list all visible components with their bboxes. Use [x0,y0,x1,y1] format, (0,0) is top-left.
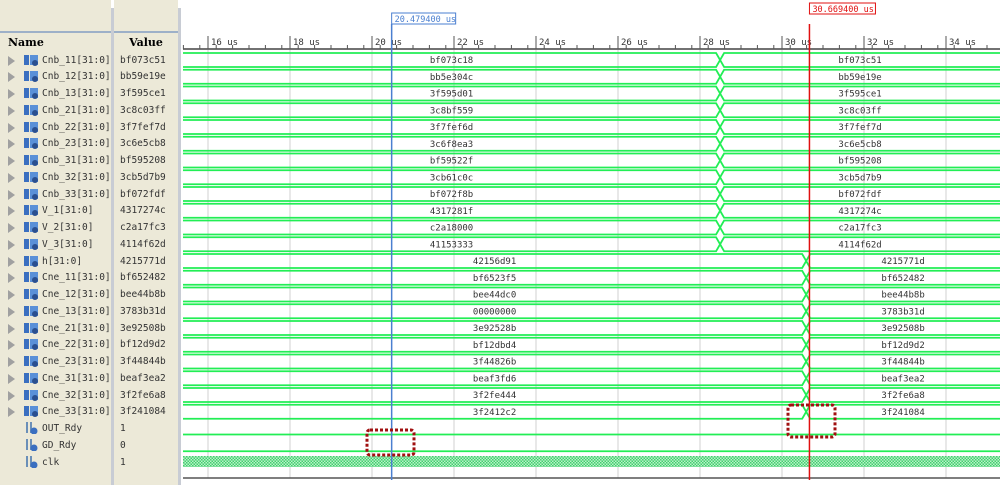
bus-value-label: 3c6e5cb8 [838,140,881,150]
bus-waveform [183,336,1000,353]
bus-value-label: 3cb5d7b9 [838,173,881,183]
bus-value-label: 4317274c [838,207,881,217]
bus-value-label: bf12d9d2 [881,341,924,351]
bus-waveform [183,353,1000,370]
cursor-time-label: 20.479400 us [395,15,456,25]
bus-waveform [183,269,1000,286]
bus-value-label: 42156d91 [473,257,516,267]
bus-value-label: beaf3fd6 [473,374,516,384]
bus-waveform [183,253,1000,269]
bus-value-label: beaf3ea2 [881,374,924,384]
bus-value-label: bf652482 [881,274,924,284]
bus-value-label: bf072fdf [838,190,881,200]
bus-value-label: 3e92528b [473,324,516,334]
bus-value-label: 3f595ce1 [838,90,881,100]
bus-value-label: bf59522f [430,157,473,167]
bus-value-label: bee44b8b [881,291,924,301]
bus-value-label: 3f2fe444 [473,391,516,401]
bus-value-label: 3f7fef6d [430,123,473,133]
bus-value-label: bf12dbd4 [473,341,516,351]
bus-value-label: 3c8c03ff [838,106,881,116]
bus-value-label: bf6523f5 [473,274,516,284]
bus-value-label: bb59e19e [838,73,881,83]
bus-value-label: 3f595d01 [430,90,473,100]
bus-value-label: 3f7fef7d [838,123,881,133]
waveform-viewer[interactable]: 16 us 18 us 20 us 22 us 24 us 26 us 28 us 30 us… [0,0,1000,485]
bus-value-label: bf073c18 [430,56,473,66]
tick-label: 34 us [949,38,976,48]
bus-value-label: 4114f62d [838,240,881,250]
highlight-box [786,403,837,439]
bus-value-label: 3f2fe6a8 [881,391,924,401]
bus-value-label: 3cb61c0c [430,173,473,183]
bus-value-label: 4317281f [430,207,473,217]
bus-value-label: 3783b31d [881,307,924,317]
tick-label: 18 us [293,38,320,48]
bus-value-label: 3e92508b [881,324,924,334]
tick-label: 32 us [867,38,894,48]
bus-value-label: 3f2412c2 [473,408,516,418]
bus-waveform [183,303,1000,320]
cursor-time-label: 30.669400 us [812,5,873,15]
tick-label: 24 us [539,38,566,48]
bus-value-label: 00000000 [473,307,516,317]
bus-value-label: 4215771d [881,257,924,267]
tick-label: 16 us [211,38,238,48]
bus-value-label: c2a18000 [430,224,473,234]
tick-label: 26 us [621,38,648,48]
bus-value-label: 3f44826b [473,358,516,368]
bus-value-label: bf072f8b [430,190,473,200]
bus-waveform [183,320,1000,336]
bus-value-label: 3f241084 [881,408,924,418]
bus-waveform [183,387,1000,403]
bus-value-label: c2a17fc3 [838,224,881,234]
bus-waveform [183,403,1000,420]
bus-value-label: bee44dc0 [473,291,516,301]
bus-value-label: bb5e304c [430,73,473,83]
bus-waveform [183,286,1000,303]
bus-value-label: 3c8bf559 [430,106,473,116]
tick-label: 20 us [375,38,402,48]
tick-label: 22 us [457,38,484,48]
bus-value-label: 41153333 [430,240,473,250]
tick-label: 28 us [703,38,730,48]
bus-value-label: bf595208 [838,157,881,167]
bus-value-label: 3c6f8ea3 [430,140,473,150]
bus-value-label: 3f44844b [881,358,924,368]
tick-label: 30 us [785,38,812,48]
bus-waveform [183,370,1000,387]
bus-value-label: bf073c51 [838,56,881,66]
clock-waveform [183,456,1000,467]
